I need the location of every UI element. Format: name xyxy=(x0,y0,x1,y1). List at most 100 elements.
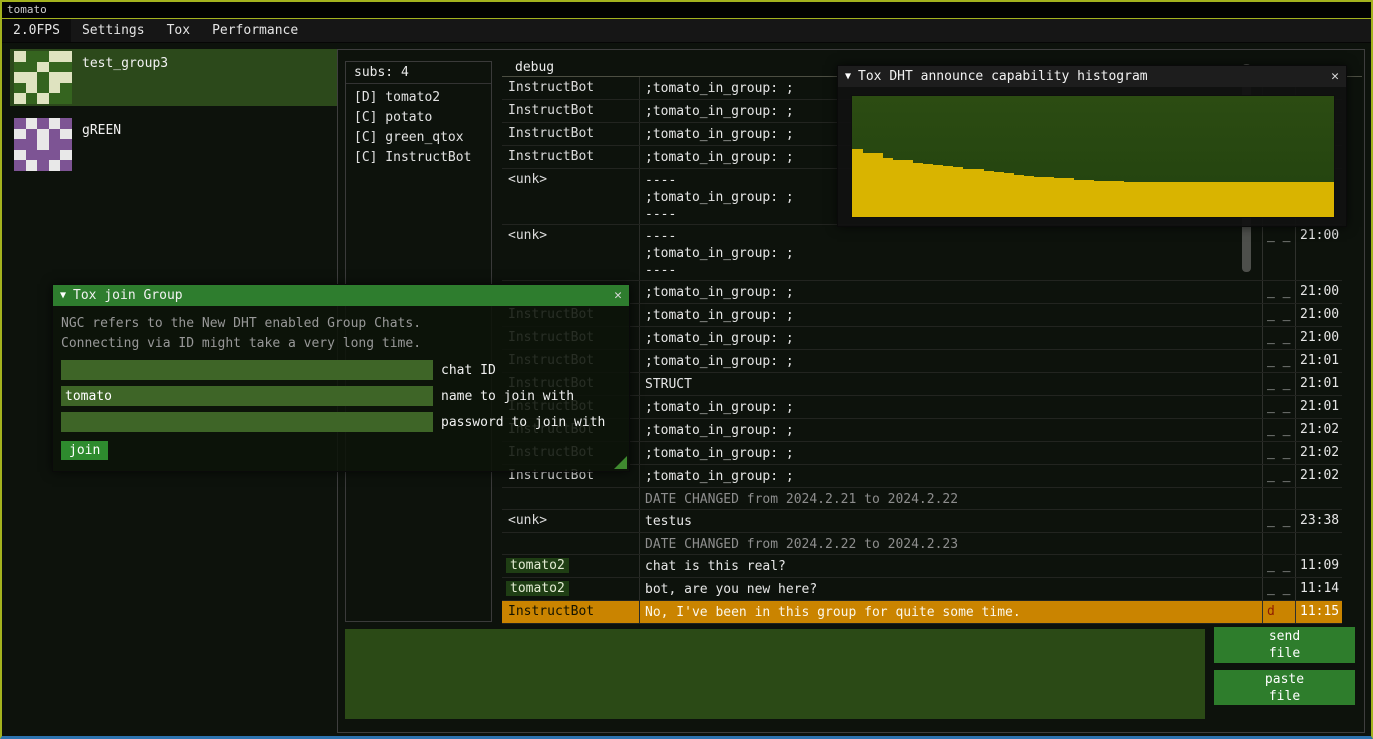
tab-debug[interactable]: debug xyxy=(502,58,567,78)
member-list-item[interactable]: [C] potato xyxy=(346,108,491,128)
sender-name: <unk> xyxy=(506,228,549,243)
sender-name: InstructBot xyxy=(506,126,596,141)
join-info-line-1: NGC refers to the New DHT enabled Group … xyxy=(61,314,621,334)
message-text: STRUCT xyxy=(639,373,1262,395)
member-list-item[interactable]: [D] tomato2 xyxy=(346,88,491,108)
message-sender: tomato2 xyxy=(502,578,639,600)
message-flags: _ _ xyxy=(1262,396,1295,418)
message-sender: <unk> xyxy=(502,169,639,224)
message-flags: _ _ xyxy=(1262,373,1295,395)
message-time xyxy=(1295,488,1342,509)
message-flags: _ _ xyxy=(1262,281,1295,303)
message-text: DATE CHANGED from 2024.2.22 to 2024.2.23 xyxy=(639,533,1262,554)
message-input[interactable] xyxy=(345,629,1205,719)
group-list-item[interactable]: gREEN xyxy=(10,116,337,173)
histogram-window: ▼ Tox DHT announce capability histogram … xyxy=(837,65,1347,227)
message-time: 21:00 xyxy=(1295,327,1342,349)
join-password-input[interactable] xyxy=(61,412,433,432)
subs-count: subs: 4 xyxy=(346,62,491,84)
message-text: bot, are you new here? xyxy=(639,578,1262,600)
fps-counter: 2.0FPS xyxy=(2,19,71,42)
member-list-item[interactable]: [C] InstructBot xyxy=(346,148,491,168)
menu-tox[interactable]: Tox xyxy=(156,19,201,42)
message-sender: tomato2 xyxy=(502,555,639,577)
message-flags xyxy=(1262,533,1295,554)
message-flags: _ _ xyxy=(1262,510,1295,532)
message-sender: <unk> xyxy=(502,225,639,280)
message-text: DATE CHANGED from 2024.2.21 to 2024.2.22 xyxy=(639,488,1262,509)
message-flags: _ _ xyxy=(1262,442,1295,464)
message-text: ;tomato_in_group: ; xyxy=(639,304,1262,326)
message-time: 23:38 xyxy=(1295,510,1342,532)
message-text: ;tomato_in_group: ; xyxy=(639,419,1262,441)
join-name-row: name to join with xyxy=(61,386,621,406)
group-list-item[interactable]: test_group3 xyxy=(10,49,337,106)
message-row[interactable]: <unk>---- ;tomato_in_group: ; ----_ _21:… xyxy=(502,225,1342,281)
join-window-titlebar[interactable]: ▼ Tox join Group ✕ xyxy=(53,285,629,306)
send-file-button[interactable]: send file xyxy=(1214,627,1355,663)
message-row[interactable]: tomato2chat is this real?_ _11:09 xyxy=(502,555,1342,578)
message-row[interactable]: InstructBotNo, I've been in this group f… xyxy=(502,601,1342,624)
message-flags: _ _ xyxy=(1262,304,1295,326)
sender-name: InstructBot xyxy=(506,103,596,118)
title-bar[interactable]: tomato xyxy=(2,2,1371,19)
collapse-icon[interactable]: ▼ xyxy=(845,71,851,82)
menu-settings[interactable]: Settings xyxy=(71,19,156,42)
join-button[interactable]: join xyxy=(61,441,108,460)
system-message-row[interactable]: DATE CHANGED from 2024.2.21 to 2024.2.22 xyxy=(502,488,1342,510)
sender-name: InstructBot xyxy=(506,149,596,164)
message-text: ;tomato_in_group: ; xyxy=(639,281,1262,303)
sender-name: <unk> xyxy=(506,513,549,528)
message-text: ;tomato_in_group: ; xyxy=(639,350,1262,372)
message-time: 21:01 xyxy=(1295,396,1342,418)
message-flags: d xyxy=(1262,601,1295,623)
system-message-row[interactable]: DATE CHANGED from 2024.2.22 to 2024.2.23 xyxy=(502,533,1342,555)
chat-id-row: chat ID xyxy=(61,360,621,380)
message-row[interactable]: tomato2bot, are you new here?_ _11:14 xyxy=(502,578,1342,601)
message-sender: <unk> xyxy=(502,510,639,532)
join-window-body: NGC refers to the New DHT enabled Group … xyxy=(53,306,629,468)
paste-file-button[interactable]: paste file xyxy=(1214,670,1355,705)
message-sender: InstructBot xyxy=(502,601,639,623)
message-time: 21:01 xyxy=(1295,373,1342,395)
chat-id-label: chat ID xyxy=(441,363,496,378)
resize-grip-icon[interactable] xyxy=(614,456,627,469)
message-sender: InstructBot xyxy=(502,123,639,145)
message-time: 21:00 xyxy=(1295,225,1342,280)
window-title: tomato xyxy=(7,3,47,16)
message-time: 11:15 xyxy=(1295,601,1342,623)
sender-name: tomato2 xyxy=(506,581,569,596)
histogram-window-title: Tox DHT announce capability histogram xyxy=(858,69,1324,84)
message-time: 11:14 xyxy=(1295,578,1342,600)
message-row[interactable]: <unk>testus_ _23:38 xyxy=(502,510,1342,533)
close-icon[interactable]: ✕ xyxy=(1331,69,1339,84)
sender-name: <unk> xyxy=(506,172,549,187)
join-name-input[interactable] xyxy=(61,386,433,406)
message-time: 11:09 xyxy=(1295,555,1342,577)
message-flags xyxy=(1262,488,1295,509)
join-window-title: Tox join Group xyxy=(73,288,607,303)
message-text: ;tomato_in_group: ; xyxy=(639,442,1262,464)
group-avatar xyxy=(14,118,72,171)
message-time: 21:02 xyxy=(1295,419,1342,441)
message-sender xyxy=(502,533,639,554)
message-text: ;tomato_in_group: ; xyxy=(639,465,1262,487)
menu-performance[interactable]: Performance xyxy=(201,19,309,42)
group-name: test_group3 xyxy=(82,51,168,71)
histogram-plot xyxy=(851,95,1335,218)
close-icon[interactable]: ✕ xyxy=(614,288,622,303)
app-window: tomato 2.0FPS Settings Tox Performance t… xyxy=(0,0,1373,739)
chat-id-input[interactable] xyxy=(61,360,433,380)
message-flags: _ _ xyxy=(1262,350,1295,372)
message-time xyxy=(1295,533,1342,554)
join-info-line-2: Connecting via ID might take a very long… xyxy=(61,334,621,354)
message-flags: _ _ xyxy=(1262,327,1295,349)
group-name: gREEN xyxy=(82,118,121,138)
histogram-window-titlebar[interactable]: ▼ Tox DHT announce capability histogram … xyxy=(838,66,1346,87)
collapse-icon[interactable]: ▼ xyxy=(60,290,66,301)
message-time: 21:00 xyxy=(1295,281,1342,303)
message-flags: _ _ xyxy=(1262,555,1295,577)
message-flags: _ _ xyxy=(1262,225,1295,280)
message-sender: InstructBot xyxy=(502,77,639,99)
member-list-item[interactable]: [C] green_qtox xyxy=(346,128,491,148)
